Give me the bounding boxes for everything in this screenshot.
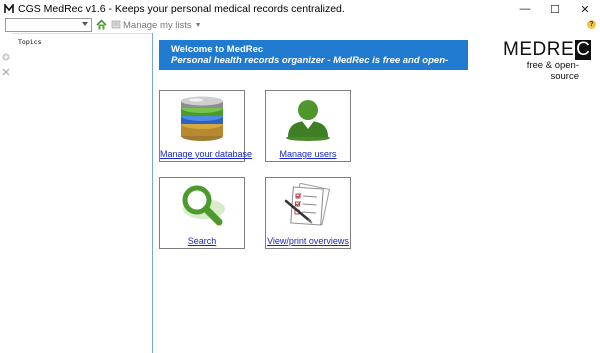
minimize-button[interactable]: — bbox=[510, 0, 540, 18]
profile-select[interactable] bbox=[5, 18, 92, 32]
welcome-title: Welcome to MedRec bbox=[171, 44, 264, 55]
topics-panel[interactable]: Topics bbox=[12, 33, 153, 353]
tile-view-print-overviews[interactable]: View/print overviews bbox=[265, 177, 351, 249]
close-button[interactable]: ✕ bbox=[570, 0, 600, 18]
tile-search[interactable]: Search bbox=[159, 177, 245, 249]
delete-topic-icon[interactable] bbox=[2, 67, 10, 79]
chevron-down-icon: ▼ bbox=[194, 21, 202, 29]
left-strip bbox=[0, 33, 12, 353]
home-icon[interactable] bbox=[96, 19, 107, 30]
window-controls: — ☐ ✕ bbox=[510, 0, 600, 18]
database-icon bbox=[160, 95, 244, 143]
maximize-button[interactable]: ☐ bbox=[540, 0, 570, 18]
window-title: CGS MedRec v1.6 - Keeps your personal me… bbox=[18, 3, 345, 15]
tile-label[interactable]: View/print overviews bbox=[266, 236, 350, 246]
chevron-down-icon bbox=[82, 22, 88, 26]
tile-manage-database[interactable]: Manage your database bbox=[159, 90, 252, 162]
topics-label: Topics bbox=[18, 38, 42, 46]
tile-manage-users[interactable]: Manage users bbox=[265, 90, 351, 162]
search-icon bbox=[160, 182, 244, 230]
manage-lists-button[interactable]: Manage my lists ▼ bbox=[111, 18, 202, 32]
add-topic-icon[interactable] bbox=[2, 52, 10, 64]
toolbar: Manage my lists ▼ ? bbox=[0, 18, 600, 32]
users-icon bbox=[266, 95, 350, 143]
tile-label[interactable]: Search bbox=[160, 236, 244, 246]
logo-text: MEDRE bbox=[503, 39, 575, 60]
medrec-logo: MEDRE C free & open-source bbox=[503, 39, 592, 82]
tile-label[interactable]: Manage users bbox=[266, 149, 350, 159]
manage-lists-label: Manage my lists bbox=[123, 19, 192, 31]
tile-label[interactable]: Manage your database bbox=[160, 149, 252, 159]
main-content: Welcome to MedRec Personal health record… bbox=[153, 33, 600, 353]
logo-tagline: free & open-source bbox=[526, 60, 579, 82]
logo-badge: C bbox=[575, 39, 592, 60]
help-icon[interactable]: ? bbox=[587, 20, 596, 29]
overview-icon bbox=[266, 182, 350, 230]
lists-icon bbox=[111, 19, 121, 32]
title-bar: CGS MedRec v1.6 - Keeps your personal me… bbox=[0, 0, 600, 18]
welcome-subtitle: Personal health records organizer - MedR… bbox=[171, 55, 449, 78]
app-icon bbox=[4, 4, 14, 14]
welcome-banner: Welcome to MedRec Personal health record… bbox=[159, 40, 468, 78]
